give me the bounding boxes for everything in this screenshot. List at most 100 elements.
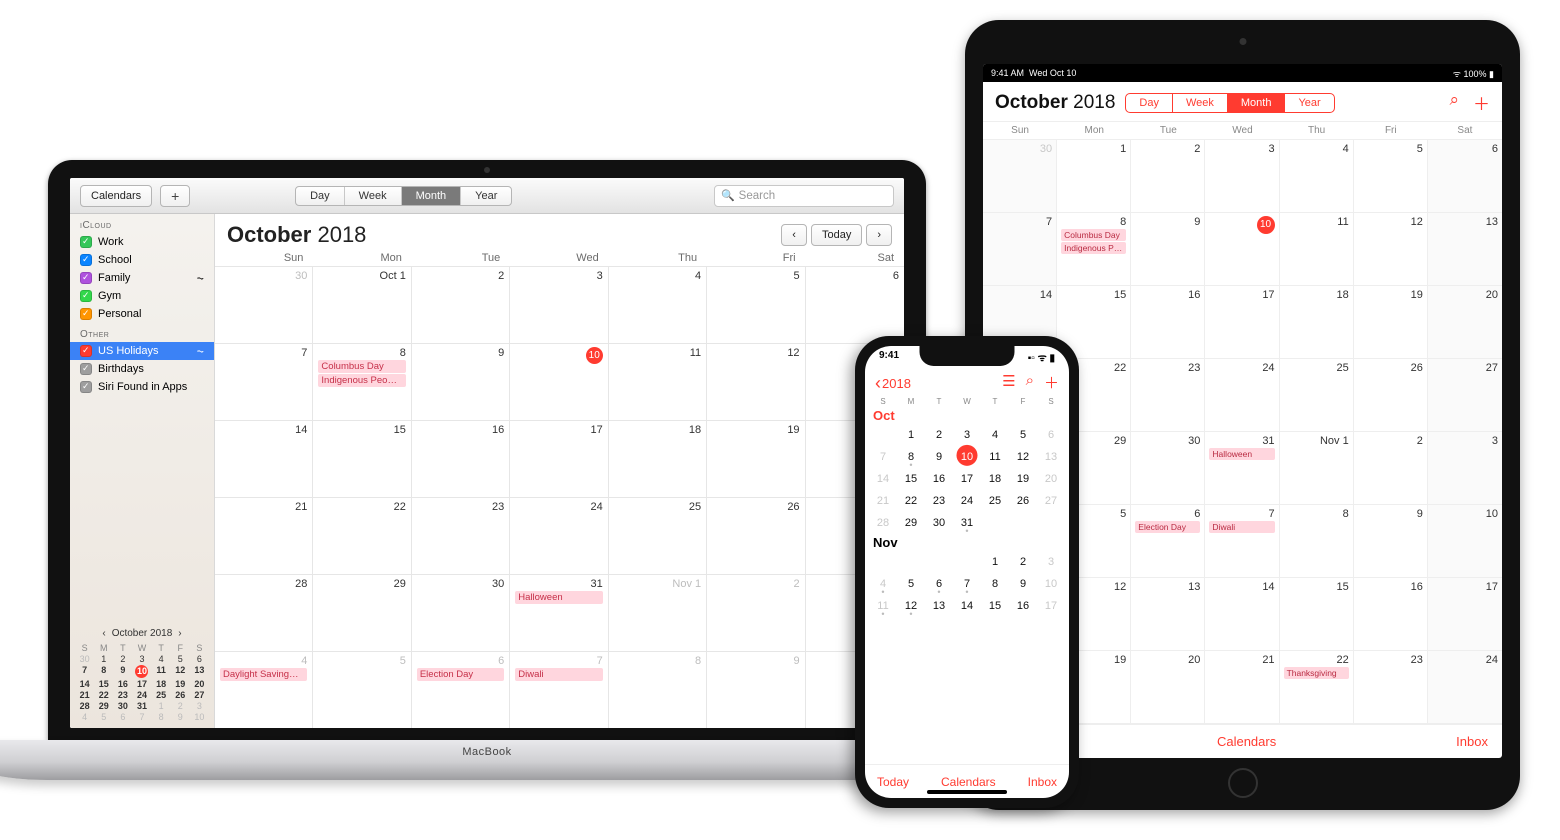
mini-day[interactable]: 18 xyxy=(153,679,170,689)
day-cell[interactable]: 7 xyxy=(983,213,1057,286)
day-cell[interactable]: 6Election Day xyxy=(1131,505,1205,578)
day-cell[interactable]: 7 xyxy=(869,447,897,467)
day-cell[interactable]: 30 xyxy=(983,140,1057,213)
day-cell[interactable]: 17 xyxy=(510,420,608,497)
mini-day[interactable]: 5 xyxy=(95,712,112,722)
add-icon[interactable]: ＋ xyxy=(1044,372,1059,393)
view-tab-month[interactable]: Month xyxy=(402,187,462,205)
day-cell[interactable]: 8 xyxy=(981,574,1009,594)
day-cell[interactable]: 4 xyxy=(869,574,897,594)
day-cell[interactable]: 19 xyxy=(1354,286,1428,359)
mini-day[interactable]: 26 xyxy=(172,690,189,700)
day-cell[interactable]: 12 xyxy=(1354,213,1428,286)
sidebar-item-family[interactable]: Family⏦ xyxy=(70,269,214,287)
day-cell[interactable]: 6 xyxy=(1037,425,1065,445)
day-cell[interactable]: 23 xyxy=(1131,359,1205,432)
day-cell[interactable]: 12 xyxy=(897,596,925,616)
sidebar-item-work[interactable]: Work xyxy=(70,233,214,251)
event-chip[interactable]: Indigenous Peo… xyxy=(318,374,405,387)
day-cell[interactable]: 17 xyxy=(1428,578,1502,651)
mini-day[interactable]: 27 xyxy=(191,690,208,700)
day-cell[interactable]: 16 xyxy=(1131,286,1205,359)
day-cell[interactable]: 28 xyxy=(215,574,313,651)
mini-day[interactable]: 16 xyxy=(114,679,131,689)
mini-day[interactable]: 7 xyxy=(133,712,150,722)
day-cell[interactable]: 23 xyxy=(1354,651,1428,724)
checkbox-icon[interactable] xyxy=(80,290,92,302)
mini-day[interactable]: 8 xyxy=(153,712,170,722)
event-chip[interactable]: Thanksgiving xyxy=(1284,667,1349,679)
day-cell[interactable]: 4 xyxy=(1280,140,1354,213)
mini-day[interactable]: 1 xyxy=(95,654,112,664)
event-chip[interactable]: Diwali xyxy=(1209,521,1274,533)
day-cell[interactable]: 3 xyxy=(510,266,608,343)
day-cell[interactable]: Nov 1 xyxy=(609,574,707,651)
day-cell[interactable]: 21 xyxy=(869,491,897,511)
mini-calendar[interactable]: ‹ October 2018 › SMTWTFS3012345678910111… xyxy=(70,620,214,728)
day-cell[interactable]: 18 xyxy=(609,420,707,497)
mini-day[interactable]: 3 xyxy=(191,701,208,711)
day-cell[interactable]: 30 xyxy=(412,574,510,651)
mini-day[interactable]: 15 xyxy=(95,679,112,689)
day-cell[interactable]: 31Halloween xyxy=(510,574,608,651)
day-cell[interactable]: 25 xyxy=(1280,359,1354,432)
day-cell[interactable]: 18 xyxy=(1280,286,1354,359)
checkbox-icon[interactable] xyxy=(80,254,92,266)
day-cell[interactable]: 9 xyxy=(925,447,953,467)
sidebar-item-school[interactable]: School xyxy=(70,251,214,269)
day-cell[interactable]: 13 xyxy=(1131,578,1205,651)
search-icon[interactable]: ⌕ xyxy=(1026,372,1034,393)
day-cell[interactable]: 13 xyxy=(1037,447,1065,467)
add-button[interactable] xyxy=(160,185,190,207)
day-cell[interactable]: 30 xyxy=(215,266,313,343)
day-cell[interactable]: 9 xyxy=(1009,574,1037,594)
day-cell[interactable]: 12 xyxy=(1009,447,1037,467)
day-cell[interactable]: 11 xyxy=(1280,213,1354,286)
day-cell[interactable]: 26 xyxy=(707,497,805,574)
day-cell[interactable]: 24 xyxy=(1428,651,1502,724)
view-tab-day[interactable]: Day xyxy=(1126,94,1173,112)
day-cell[interactable]: 5 xyxy=(897,574,925,594)
day-cell[interactable]: 13 xyxy=(1428,213,1502,286)
day-cell[interactable]: 13 xyxy=(925,596,953,616)
day-cell[interactable]: 11 xyxy=(869,596,897,616)
calendars-button[interactable]: Calendars xyxy=(941,775,996,789)
day-cell[interactable]: 2 xyxy=(1009,552,1037,572)
mini-day[interactable]: 4 xyxy=(76,712,93,722)
day-cell[interactable]: 24 xyxy=(953,491,981,511)
mini-day[interactable]: 17 xyxy=(133,679,150,689)
day-cell[interactable]: 10 xyxy=(1037,574,1065,594)
day-cell[interactable]: 21 xyxy=(1205,651,1279,724)
checkbox-icon[interactable] xyxy=(80,345,92,357)
calendars-button[interactable]: Calendars xyxy=(80,185,152,207)
checkbox-icon[interactable] xyxy=(80,363,92,375)
day-cell[interactable]: 1 xyxy=(897,425,925,445)
day-cell[interactable]: 22 xyxy=(313,497,411,574)
view-tab-month[interactable]: Month xyxy=(1228,94,1286,112)
day-cell[interactable]: 17 xyxy=(1037,596,1065,616)
day-cell[interactable]: 8Columbus DayIndigenous Peo… xyxy=(313,343,411,420)
inbox-button[interactable]: Inbox xyxy=(1456,734,1488,749)
mini-day[interactable]: 24 xyxy=(133,690,150,700)
day-cell[interactable]: 6 xyxy=(1428,140,1502,213)
prev-month-icon[interactable]: ‹ xyxy=(102,628,105,639)
day-cell[interactable]: 7 xyxy=(215,343,313,420)
day-cell[interactable]: 29 xyxy=(897,513,925,533)
day-cell[interactable]: 2 xyxy=(412,266,510,343)
day-cell[interactable]: 22Thanksgiving xyxy=(1280,651,1354,724)
sidebar-item-personal[interactable]: Personal xyxy=(70,305,214,323)
home-indicator[interactable] xyxy=(927,790,1007,794)
day-cell[interactable]: 31Halloween xyxy=(1205,432,1279,505)
mini-day[interactable]: 29 xyxy=(95,701,112,711)
day-cell[interactable]: 19 xyxy=(1009,469,1037,489)
view-segmented-control[interactable]: DayWeekMonthYear xyxy=(1125,93,1334,113)
event-chip[interactable]: Daylight Saving… xyxy=(220,668,307,681)
today-button[interactable]: Today xyxy=(877,775,909,789)
day-cell[interactable]: 4 xyxy=(609,266,707,343)
day-cell[interactable]: 10 xyxy=(1428,505,1502,578)
day-cell[interactable]: 11 xyxy=(609,343,707,420)
day-cell[interactable]: 16 xyxy=(925,469,953,489)
day-cell[interactable]: 2 xyxy=(707,574,805,651)
mini-day[interactable]: 3 xyxy=(133,654,150,664)
list-icon[interactable]: ☰ xyxy=(1002,372,1015,393)
